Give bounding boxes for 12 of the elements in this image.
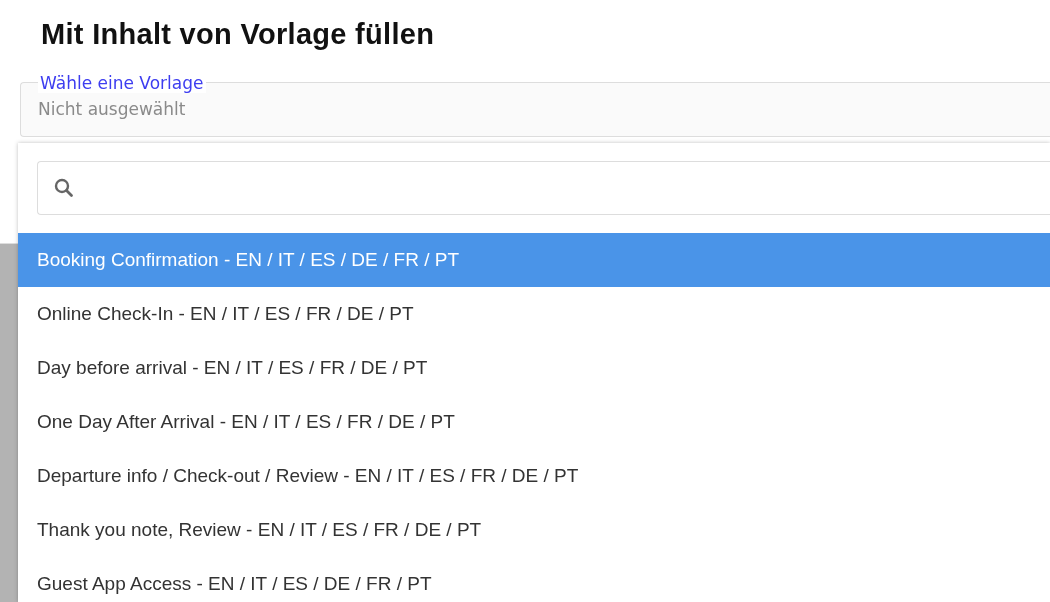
template-select[interactable]: Wähle eine Vorlage Nicht ausgewählt: [20, 73, 1050, 137]
select-value: Nicht ausgewählt: [38, 99, 186, 119]
dialog-title: Mit Inhalt von Vorlage füllen: [40, 17, 436, 51]
dropdown-option[interactable]: Guest App Access - EN / IT / ES / DE / FR / PT: [18, 557, 1050, 602]
dropdown-option[interactable]: Thank you note, Review - EN / IT / ES / FR / DE / PT: [18, 503, 1050, 557]
dropdown-option[interactable]: One Day After Arrival - EN / IT / ES / FR / DE / PT: [18, 395, 1050, 449]
dropdown-option[interactable]: Day before arrival - EN / IT / ES / FR / DE / PT: [18, 341, 1050, 395]
select-label: Wähle eine Vorlage: [38, 73, 207, 93]
search-icon: [54, 178, 74, 198]
dropdown-option[interactable]: Departure info / Check-out / Review - EN / IT / ES / FR / DE / PT: [18, 449, 1050, 503]
search-field[interactable]: [37, 161, 1050, 215]
dropdown-option[interactable]: Online Check-In - EN / IT / ES / FR / DE / PT: [18, 287, 1050, 341]
